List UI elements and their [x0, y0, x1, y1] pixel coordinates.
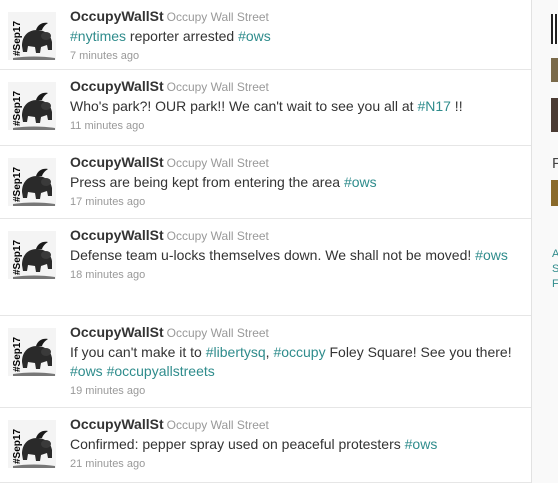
svg-text:#Sep17: #Sep17	[12, 240, 23, 275]
hashtag-link[interactable]: #ows	[405, 436, 438, 452]
screen-name-link[interactable]: OccupyWallSt	[70, 154, 164, 170]
svg-text:#Sep17: #Sep17	[12, 429, 23, 464]
tweet-text-segment: Who's park?! OUR park!! We can't wait to…	[70, 98, 418, 114]
hashtag-link[interactable]: #libertysq	[206, 344, 266, 360]
hashtag-link[interactable]: #ows	[70, 363, 103, 379]
bull-avatar-image: #Sep17	[8, 158, 56, 206]
tweet-header: OccupyWallSt Occupy Wall Street	[70, 323, 521, 342]
tweet-text: If you can't make it to #libertysq, #occ…	[70, 343, 521, 381]
hashtag-link[interactable]: #N17	[417, 98, 450, 114]
timestamp-link[interactable]: 21 minutes ago	[70, 456, 521, 472]
hashtag-link[interactable]: #ows	[344, 174, 377, 190]
screen-name-link[interactable]: OccupyWallSt	[70, 8, 164, 24]
svg-text:#Sep17: #Sep17	[12, 21, 23, 56]
tweet-content: OccupyWallSt Occupy Wall Street Confirmed:…	[70, 415, 521, 472]
tweet-text-segment: Confirmed: pepper spray used on peaceful…	[70, 436, 405, 452]
tweet-text-segment: If you can't make it to	[70, 344, 206, 360]
sidebar-photo-thumbnail[interactable]	[551, 180, 558, 206]
hashtag-link[interactable]: #occupyallstreets	[107, 363, 215, 379]
avatar[interactable]: #Sep17	[8, 328, 56, 376]
full-name: Occupy Wall Street	[166, 10, 269, 24]
tweet-text-segment: reporter arrested	[126, 28, 239, 44]
tweet-header: OccupyWallSt Occupy Wall Street	[70, 77, 521, 96]
tweet-item[interactable]: #Sep17 OccupyWallSt Occupy Wall Street If …	[0, 316, 531, 408]
sidebar-photo-thumbnail[interactable]	[551, 98, 558, 132]
tweet-text: #nytimes reporter arrested #ows	[70, 27, 521, 46]
tweet-header: OccupyWallSt Occupy Wall Street	[70, 415, 521, 434]
hashtag-link[interactable]: #occupy	[273, 344, 325, 360]
avatar[interactable]: #Sep17	[8, 82, 56, 130]
bull-avatar-image: #Sep17	[8, 12, 56, 60]
tweet-item[interactable]: #Sep17 OccupyWallSt Occupy Wall Street Who…	[0, 70, 531, 146]
tweet-timeline: #Sep17 OccupyWallSt Occupy Wall Street #ny…	[0, 0, 532, 483]
sidebar-heading: F	[552, 155, 558, 172]
right-sidebar: F A S F	[532, 0, 558, 483]
tweet-content: OccupyWallSt Occupy Wall Street Who's park…	[70, 77, 521, 134]
avatar[interactable]: #Sep17	[8, 12, 56, 60]
tweet-text-segment: Defense team u-locks themselves down. We…	[70, 247, 476, 263]
bull-avatar-image: #Sep17	[8, 231, 56, 279]
tweet-item[interactable]: #Sep17 OccupyWallSt Occupy Wall Street Con…	[0, 408, 531, 483]
tweet-content: OccupyWallSt Occupy Wall Street #nytimes r…	[70, 7, 521, 64]
avatar[interactable]: #Sep17	[8, 420, 56, 468]
tweet-content: OccupyWallSt Occupy Wall Street If you can…	[70, 323, 521, 399]
sidebar-link[interactable]: F	[552, 278, 558, 290]
tweet-text: Confirmed: pepper spray used on peaceful…	[70, 435, 521, 454]
tweet-text: Defense team u-locks themselves down. We…	[70, 246, 521, 265]
tweet-header: OccupyWallSt Occupy Wall Street	[70, 153, 521, 172]
tweet-text: Who's park?! OUR park!! We can't wait to…	[70, 97, 521, 116]
tweet-text-segment: !!	[450, 98, 463, 114]
avatar[interactable]: #Sep17	[8, 158, 56, 206]
tweet-text-segment: Press are being kept from entering the a…	[70, 174, 344, 190]
tweet-item[interactable]: #Sep17 OccupyWallSt Occupy Wall Street #ny…	[0, 0, 531, 70]
svg-text:#Sep17: #Sep17	[12, 167, 23, 202]
tweet-item[interactable]: #Sep17 OccupyWallSt Occupy Wall Street Def…	[0, 219, 531, 316]
tweet-header: OccupyWallSt Occupy Wall Street	[70, 7, 521, 26]
full-name: Occupy Wall Street	[166, 80, 269, 94]
sidebar-link[interactable]: S	[552, 263, 558, 275]
full-name: Occupy Wall Street	[166, 156, 269, 170]
full-name: Occupy Wall Street	[166, 229, 269, 243]
timestamp-link[interactable]: 7 minutes ago	[70, 48, 521, 64]
bull-avatar-image: #Sep17	[8, 328, 56, 376]
timestamp-link[interactable]: 11 minutes ago	[70, 118, 521, 134]
hashtag-link[interactable]: #nytimes	[70, 28, 126, 44]
full-name: Occupy Wall Street	[166, 418, 269, 432]
tweet-item[interactable]: #Sep17 OccupyWallSt Occupy Wall Street Pre…	[0, 146, 531, 219]
bull-avatar-image: #Sep17	[8, 82, 56, 130]
screen-name-link[interactable]: OccupyWallSt	[70, 324, 164, 340]
tweet-text: Press are being kept from entering the a…	[70, 173, 521, 192]
timestamp-link[interactable]: 19 minutes ago	[70, 383, 521, 399]
sidebar-link[interactable]: A	[552, 248, 558, 260]
timestamp-link[interactable]: 18 minutes ago	[70, 267, 521, 283]
hashtag-link[interactable]: #ows	[475, 247, 508, 263]
timestamp-link[interactable]: 17 minutes ago	[70, 194, 521, 210]
screen-name-link[interactable]: OccupyWallSt	[70, 227, 164, 243]
svg-text:#Sep17: #Sep17	[12, 337, 23, 372]
screen-name-link[interactable]: OccupyWallSt	[70, 78, 164, 94]
sidebar-photo-thumbnail[interactable]	[551, 58, 558, 82]
avatar[interactable]: #Sep17	[8, 231, 56, 279]
bull-avatar-image: #Sep17	[8, 420, 56, 468]
svg-text:#Sep17: #Sep17	[12, 91, 23, 126]
sidebar-qr-thumbnail[interactable]	[551, 14, 558, 44]
tweet-content: OccupyWallSt Occupy Wall Street Defense te…	[70, 226, 521, 283]
tweet-header: OccupyWallSt Occupy Wall Street	[70, 226, 521, 245]
hashtag-link[interactable]: #ows	[238, 28, 271, 44]
full-name: Occupy Wall Street	[166, 326, 269, 340]
tweet-text-segment: Foley Square! See you there!	[325, 344, 512, 360]
screen-name-link[interactable]: OccupyWallSt	[70, 416, 164, 432]
tweet-content: OccupyWallSt Occupy Wall Street Press are …	[70, 153, 521, 210]
